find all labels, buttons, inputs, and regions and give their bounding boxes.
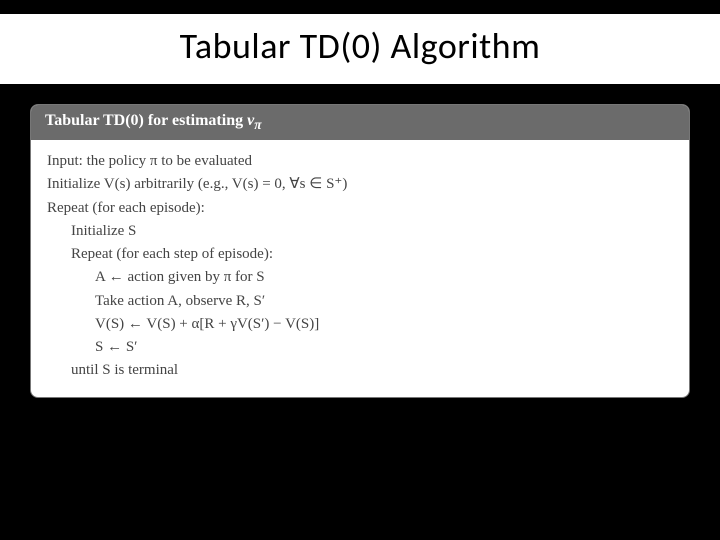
algo-line: Input: the policy π to be evaluated <box>47 150 673 173</box>
slide: Tabular TD(0) Algorithm Tabular TD(0) fo… <box>0 0 720 540</box>
algo-line: Initialize V(s) arbitrarily (e.g., V(s) … <box>47 173 673 196</box>
algo-header-sub: π <box>254 117 261 132</box>
algo-line: Repeat (for each episode): <box>47 197 673 220</box>
algo-line: S ← S′ <box>47 336 673 359</box>
algo-line: until S is terminal <box>47 359 673 382</box>
algo-line: V(S) ← V(S) + α[R + γV(S′) − V(S)] <box>47 313 673 336</box>
algorithm-header: Tabular TD(0) for estimating vπ <box>31 105 689 140</box>
algo-line: A ← action given by π for S <box>47 266 673 289</box>
algo-line: Take action A, observe R, S′ <box>47 290 673 313</box>
algorithm-body: Input: the policy π to be evaluated Init… <box>31 140 689 397</box>
algo-line: Initialize S <box>47 220 673 243</box>
slide-title: Tabular TD(0) Algorithm <box>0 14 720 84</box>
algo-header-text: Tabular TD(0) for estimating <box>45 112 247 129</box>
algo-line: Repeat (for each step of episode): <box>47 243 673 266</box>
algorithm-box: Tabular TD(0) for estimating vπ Input: t… <box>30 104 690 398</box>
